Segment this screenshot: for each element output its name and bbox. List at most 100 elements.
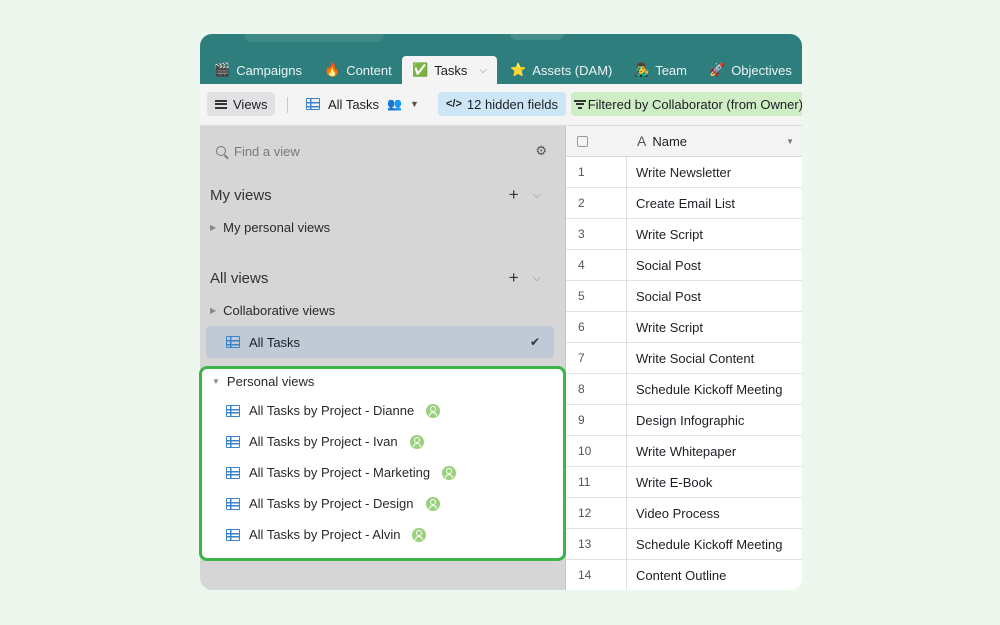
gear-icon[interactable]: ⚙ — [535, 143, 547, 159]
group-label: Collaborative views — [223, 303, 335, 318]
name-cell[interactable]: Social Post — [636, 258, 701, 273]
table-row[interactable]: 13Schedule Kickoff Meeting — [566, 529, 802, 560]
tab-campaigns[interactable]: 🎬 Campaigns — [214, 56, 302, 84]
filter-label: Filtered by Collaborator (from Owner) — [588, 97, 802, 112]
checkmark-icon: ✅ — [412, 62, 428, 78]
table-row[interactable]: 6Write Script — [566, 312, 802, 343]
person-icon — [426, 404, 440, 418]
triangle-right-icon: ▶ — [210, 223, 216, 232]
fire-icon: 🔥 — [324, 62, 340, 78]
name-cell[interactable]: Schedule Kickoff Meeting — [636, 537, 782, 552]
caret-down-icon[interactable]: ▼ — [786, 137, 794, 146]
row-number: 7 — [578, 351, 585, 365]
grid-view-icon — [226, 529, 240, 541]
table-row[interactable]: 7 Write Social Content — [566, 343, 802, 374]
table-row[interactable]: 1Write Newsletter — [566, 157, 802, 188]
tab-assets[interactable]: ⭐ Assets (DAM) — [510, 56, 612, 84]
table-tabs: 🎬 Campaigns 🔥 Content ✅ Tasks ⌵ ⭐ Assets… — [200, 52, 802, 84]
table-row[interactable]: 11 Write E-Book — [566, 467, 802, 498]
star-icon: ⭐ — [510, 62, 526, 78]
table-row[interactable]: 8Schedule Kickoff Meeting — [566, 374, 802, 405]
views-button[interactable]: Views — [207, 92, 275, 116]
chevron-down-icon[interactable]: ⌵ — [479, 65, 487, 76]
my-views-title: My views — [210, 187, 272, 204]
grid-view-icon — [226, 405, 240, 417]
name-cell[interactable]: Design Infographic — [636, 413, 744, 428]
table-row[interactable]: 9Design Infographic — [566, 405, 802, 436]
my-personal-views-group[interactable]: ▶ My personal views — [210, 220, 330, 235]
sidebar-item-all-tasks[interactable]: All Tasks ✔ — [206, 326, 554, 358]
name-cell[interactable]: Write Script — [636, 320, 703, 335]
find-view-search[interactable]: Find a view — [210, 138, 544, 164]
row-number: 10 — [578, 444, 591, 458]
row-number: 2 — [578, 196, 585, 210]
triangle-right-icon: ▶ — [210, 306, 216, 315]
name-cell[interactable]: Write Script — [636, 227, 703, 242]
all-views-title: All views — [210, 270, 268, 287]
view-label: All Tasks by Project - Design — [249, 496, 414, 511]
hide-fields-icon: </> — [446, 98, 462, 110]
name-cell[interactable]: Schedule Kickoff Meeting — [636, 382, 782, 397]
table-row[interactable]: 4Social Post — [566, 250, 802, 281]
all-views-actions: + ⌵ — [509, 268, 541, 288]
views-label: Views — [233, 97, 267, 112]
tab-label: Tasks — [434, 63, 467, 78]
collaborative-views-group[interactable]: ▶ Collaborative views — [210, 303, 335, 318]
hidden-fields-label: 12 hidden fields — [467, 97, 558, 112]
tab-label: Objectives — [731, 63, 792, 78]
sidebar-item-personal-view[interactable]: All Tasks by Project - Design — [226, 496, 440, 511]
tab-objectives[interactable]: 🚀 Objectives — [709, 56, 792, 84]
table-row[interactable]: 10 Write Whitepaper — [566, 436, 802, 467]
current-view-label: All Tasks — [328, 97, 379, 112]
name-cell[interactable]: Create Email List — [636, 196, 735, 211]
add-icon[interactable]: + — [509, 185, 519, 205]
add-icon[interactable]: + — [509, 268, 519, 288]
view-toolbar: Views All Tasks 👥 ▼ </> 12 hidden fields… — [200, 84, 802, 126]
tab-content[interactable]: 🔥 Content — [324, 56, 392, 84]
name-cell[interactable]: Content Outline — [636, 568, 726, 583]
hidden-fields-button[interactable]: </> 12 hidden fields — [438, 92, 566, 116]
personal-views-group[interactable]: ▼ Personal views — [212, 374, 314, 389]
chevron-down-icon[interactable]: ⌵ — [533, 189, 541, 202]
sidebar-item-personal-view[interactable]: All Tasks by Project - Dianne — [226, 403, 440, 418]
table-row[interactable]: 2 Create Email List — [566, 188, 802, 219]
filter-icon — [579, 100, 582, 109]
base-title-area — [244, 34, 384, 42]
name-cell[interactable]: Write E-Book — [636, 475, 712, 490]
column-label: Name — [652, 134, 687, 149]
chevron-down-icon[interactable]: ⌵ — [533, 272, 541, 285]
name-cell[interactable]: Video Process — [636, 506, 720, 521]
collaborators-icon: 👥 — [387, 97, 402, 111]
grid-view-icon — [306, 98, 320, 110]
row-number: 14 — [578, 568, 591, 582]
row-number: 3 — [578, 227, 585, 241]
name-cell[interactable]: Write Social Content — [636, 351, 754, 366]
top-control — [510, 34, 564, 40]
column-header-name[interactable]: A Name — [637, 133, 687, 149]
row-number: 11 — [578, 475, 590, 489]
person-icon — [442, 466, 456, 480]
sidebar-item-personal-view[interactable]: All Tasks by Project - Alvin — [226, 527, 426, 542]
view-label: All Tasks by Project - Dianne — [249, 403, 414, 418]
name-cell[interactable]: Write Whitepaper — [636, 444, 736, 459]
select-all-checkbox[interactable] — [577, 136, 588, 147]
tab-tasks[interactable]: ✅ Tasks ⌵ — [402, 56, 497, 84]
grid-view-icon — [226, 498, 240, 510]
table-row[interactable]: 3 Write Script — [566, 219, 802, 250]
sidebar-item-personal-view[interactable]: All Tasks by Project - Marketing — [226, 465, 456, 480]
team-icon: 👨‍🎤 — [633, 62, 649, 78]
table-row[interactable]: 5Social Post — [566, 281, 802, 312]
table-row[interactable]: 14 Content Outline — [566, 560, 802, 590]
top-strip — [200, 34, 802, 52]
grid-header: A Name ▼ — [566, 126, 802, 157]
sidebar-item-personal-view[interactable]: All Tasks by Project - Ivan — [226, 434, 424, 449]
view-switcher[interactable]: All Tasks 👥 ▼ — [306, 92, 419, 116]
person-icon — [412, 528, 426, 542]
name-cell[interactable]: Social Post — [636, 289, 701, 304]
name-cell[interactable]: Write Newsletter — [636, 165, 731, 180]
filter-button[interactable]: Filtered by Collaborator (from Owner) — [571, 92, 802, 116]
hamburger-icon — [215, 100, 227, 109]
tab-team[interactable]: 👨‍🎤 Team — [633, 56, 687, 84]
tab-label: Content — [346, 63, 392, 78]
table-row[interactable]: 12Video Process — [566, 498, 802, 529]
